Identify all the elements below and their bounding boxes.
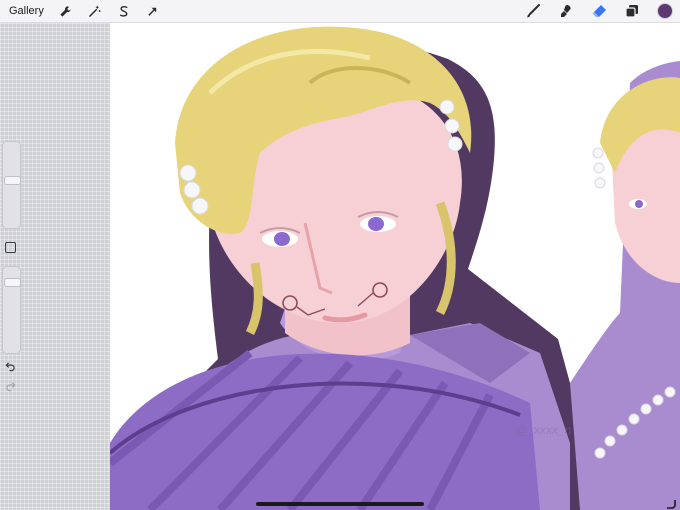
smudge-icon[interactable] <box>557 2 575 20</box>
selection-s-icon[interactable] <box>116 3 132 19</box>
eraser-icon[interactable] <box>590 2 608 20</box>
current-color-swatch <box>657 3 673 19</box>
redo-icon[interactable] <box>4 380 16 392</box>
artwork <box>110 26 680 510</box>
wrench-icon[interactable] <box>58 3 74 19</box>
opacity-slider[interactable] <box>2 266 21 354</box>
brush-size-thumb[interactable] <box>4 176 21 185</box>
watermark-text: @_xxxx_n <box>515 423 572 437</box>
layers-icon[interactable] <box>623 2 641 20</box>
undo-icon[interactable] <box>4 360 16 372</box>
modify-button[interactable] <box>5 242 16 253</box>
top-toolbar: Gallery <box>0 0 680 23</box>
brush-size-slider[interactable] <box>2 141 21 229</box>
drawing-canvas[interactable]: @_xxxx_n <box>110 23 680 510</box>
brush-icon[interactable] <box>524 2 542 20</box>
home-indicator[interactable] <box>256 502 424 506</box>
magic-wand-icon[interactable] <box>87 3 103 19</box>
opacity-thumb[interactable] <box>4 278 21 287</box>
gallery-button[interactable]: Gallery <box>9 5 44 17</box>
right-tool-group <box>509 0 674 22</box>
color-picker-button[interactable] <box>656 2 674 20</box>
transform-arrow-icon[interactable] <box>145 3 161 19</box>
sidebar <box>0 23 110 510</box>
corner-handle-icon[interactable] <box>666 496 676 509</box>
